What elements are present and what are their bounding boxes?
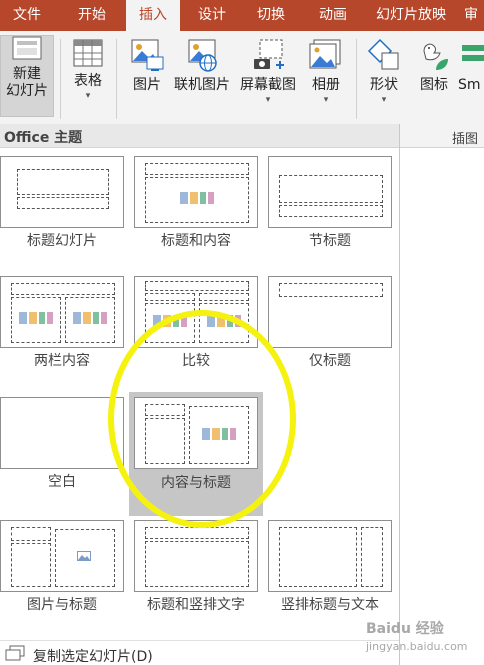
layout-label: 节标题 xyxy=(309,233,351,249)
layout-content-with-caption[interactable]: 内容与标题 xyxy=(129,392,263,516)
ribbon-separator xyxy=(356,39,357,119)
table-label: 表格 xyxy=(74,73,102,89)
chevron-down-icon: ▾ xyxy=(381,95,387,105)
layout-thumbnail xyxy=(134,520,258,592)
icons-button[interactable]: 图标 xyxy=(414,37,454,94)
picture-icon xyxy=(131,39,164,71)
table-icon xyxy=(73,39,103,67)
screenshot-icon xyxy=(254,39,284,69)
shapes-icon xyxy=(367,38,399,70)
layout-thumbnail xyxy=(268,520,392,592)
gallery-title: Office 主题 xyxy=(4,130,83,146)
layout-label: 仅标题 xyxy=(309,353,351,369)
ribbon-tab-bar: 文件 开始 插入 设计 切换 动画 幻灯片放映 审 xyxy=(0,0,484,32)
online-picture-label: 联机图片 xyxy=(174,77,230,93)
layout-picture-with-caption[interactable]: 图片与标题 xyxy=(0,520,124,624)
layout-thumbnail xyxy=(134,397,258,469)
tab-home[interactable]: 开始 xyxy=(62,0,122,31)
album-label: 相册 xyxy=(312,77,340,93)
content-placeholder-icon xyxy=(153,315,187,327)
layout-thumbnail xyxy=(134,156,258,228)
tab-review[interactable]: 审 xyxy=(458,0,484,31)
layout-title-content[interactable]: 标题和内容 xyxy=(134,156,258,260)
chevron-down-icon: ▾ xyxy=(323,95,329,105)
layout-thumbnail xyxy=(134,276,258,348)
online-picture-button[interactable]: 联机图片 xyxy=(170,37,234,94)
tab-design[interactable]: 设计 xyxy=(186,0,238,31)
smartart-button[interactable]: Sm xyxy=(458,37,484,94)
new-slide-button[interactable]: 新建 幻灯片 xyxy=(0,35,54,117)
layout-two-content[interactable]: 两栏内容 xyxy=(0,276,124,380)
content-placeholder-icon xyxy=(73,312,107,324)
layout-comparison[interactable]: 比较 xyxy=(134,276,258,380)
icons-label: 图标 xyxy=(420,77,448,93)
album-button[interactable]: 相册 ▾ xyxy=(304,37,348,106)
gallery-header: Office 主题 xyxy=(0,124,399,148)
shapes-button[interactable]: 形状 ▾ xyxy=(362,37,406,106)
new-slide-label-2: 幻灯片 xyxy=(6,83,48,99)
bird-leaf-icon xyxy=(423,43,448,70)
layout-thumbnail xyxy=(268,276,392,348)
smartart-icon xyxy=(462,45,484,61)
tab-slideshow[interactable]: 幻灯片放映 xyxy=(368,0,454,31)
layout-gallery: Office 主题 标题幻灯片 标题和内容 节标题 两栏内容 比较 仅标题 空白… xyxy=(0,124,400,665)
layout-section-header[interactable]: 节标题 xyxy=(268,156,392,260)
layout-label: 标题幻灯片 xyxy=(27,233,97,249)
layout-label: 内容与标题 xyxy=(161,475,231,491)
picture-button[interactable]: 图片 xyxy=(124,37,170,94)
group-label-illustrations: 插图 xyxy=(452,132,479,147)
photo-album-icon xyxy=(309,39,341,69)
duplicate-slide-menu-item[interactable]: 复制选定幻灯片(D) xyxy=(0,640,399,665)
layout-label: 图片与标题 xyxy=(27,597,97,613)
layout-label: 空白 xyxy=(48,474,76,490)
picture-label: 图片 xyxy=(133,77,161,93)
globe-picture-icon xyxy=(188,39,217,72)
duplicate-slide-icon xyxy=(5,645,25,661)
layout-thumbnail xyxy=(0,156,124,228)
content-placeholder-icon xyxy=(202,428,236,440)
baidu-watermark: Baidu 经验 jingyan.baidu.com xyxy=(366,618,468,654)
shapes-label: 形状 xyxy=(370,77,398,93)
ribbon-separator xyxy=(60,39,61,119)
tab-animations[interactable]: 动画 xyxy=(306,0,360,31)
screenshot-label: 屏幕截图 xyxy=(240,77,296,93)
content-placeholder-icon xyxy=(19,312,53,324)
layout-label: 标题和内容 xyxy=(161,233,231,249)
layout-label: 比较 xyxy=(182,353,210,369)
duplicate-slide-label: 复制选定幻灯片(D) xyxy=(33,649,153,665)
tab-transitions[interactable]: 切换 xyxy=(244,0,298,31)
picture-placeholder-icon xyxy=(77,551,91,561)
smartart-label: Sm xyxy=(458,77,481,93)
screenshot-button[interactable]: 屏幕截图 ▾ xyxy=(236,37,300,106)
layout-title-vertical-text[interactable]: 标题和竖排文字 xyxy=(134,520,258,624)
layout-label: 标题和竖排文字 xyxy=(147,597,245,613)
layout-vertical-title-text[interactable]: 竖排标题与文本 xyxy=(268,520,392,624)
slide-icon xyxy=(12,36,42,60)
ribbon-separator xyxy=(116,39,117,119)
layout-thumbnail xyxy=(268,156,392,228)
layout-blank[interactable]: 空白 xyxy=(0,397,124,501)
table-button[interactable]: 表格 ▾ xyxy=(66,37,110,102)
new-slide-label-1: 新建 xyxy=(13,66,41,82)
layout-thumbnail xyxy=(0,397,124,469)
watermark-brand: Baidu 经验 xyxy=(366,621,444,637)
layout-thumbnail xyxy=(0,520,124,592)
layout-label: 两栏内容 xyxy=(34,353,90,369)
layout-title-slide[interactable]: 标题幻灯片 xyxy=(0,156,124,260)
content-placeholder-icon xyxy=(207,315,241,327)
layout-thumbnail xyxy=(0,276,124,348)
chevron-down-icon: ▾ xyxy=(265,95,271,105)
chevron-down-icon: ▾ xyxy=(85,91,91,101)
content-placeholder-icon xyxy=(180,192,214,204)
tab-file[interactable]: 文件 xyxy=(0,0,54,31)
layout-label: 竖排标题与文本 xyxy=(281,597,379,613)
layout-title-only[interactable]: 仅标题 xyxy=(268,276,392,380)
watermark-url: jingyan.baidu.com xyxy=(366,640,468,653)
tab-insert[interactable]: 插入 xyxy=(126,0,180,32)
